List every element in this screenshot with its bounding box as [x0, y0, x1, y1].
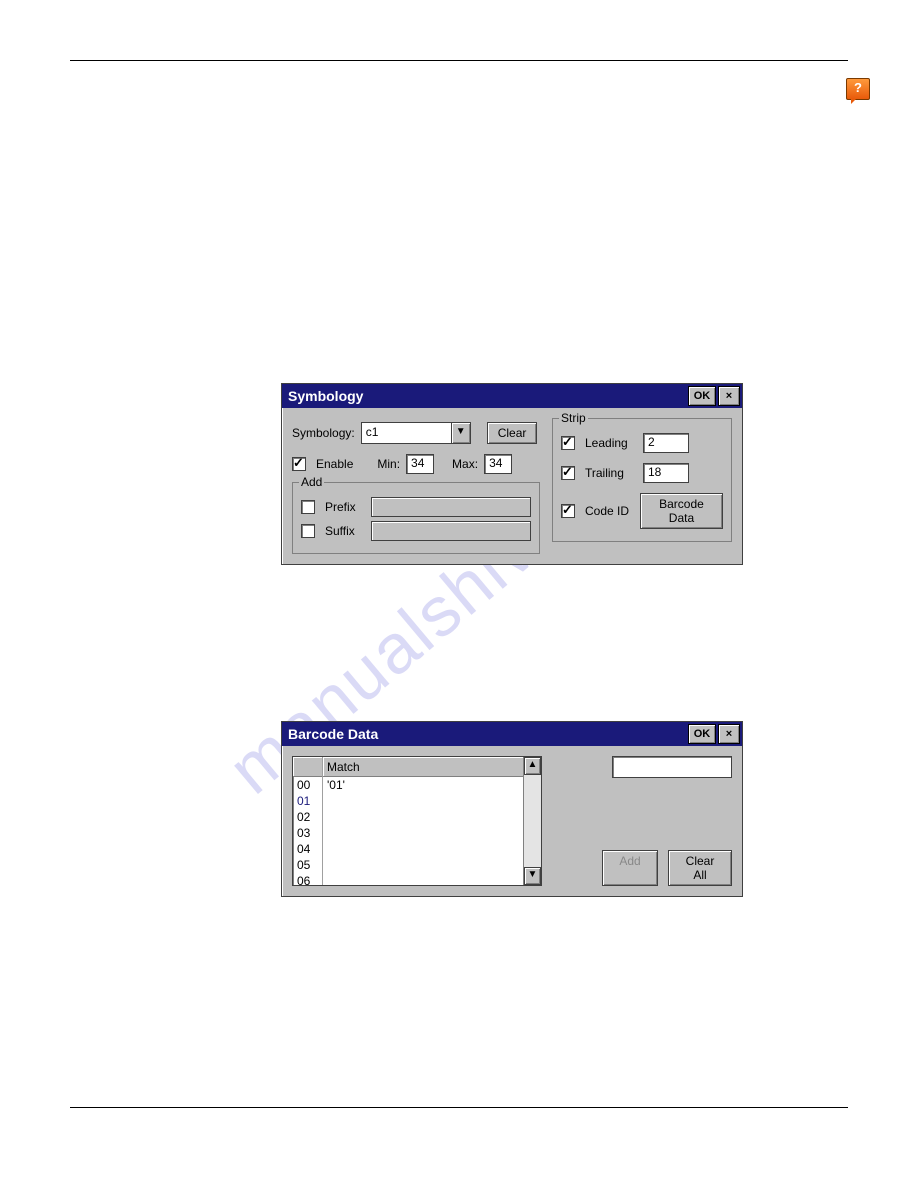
leading-input[interactable]: 2	[643, 433, 689, 453]
symbology-combo-value[interactable]: c1	[361, 422, 451, 444]
barcode-input[interactable]	[612, 756, 732, 778]
prefix-checkbox[interactable]	[301, 500, 315, 514]
list-row-match[interactable]	[323, 873, 523, 889]
scroll-down-icon[interactable]: ▼	[524, 867, 541, 885]
list-row-match[interactable]	[323, 825, 523, 841]
list-row-match[interactable]	[323, 841, 523, 857]
codeid-label: Code ID	[585, 504, 634, 518]
codeid-checkbox[interactable]	[561, 504, 575, 518]
list-row-index[interactable]: 02	[293, 809, 322, 825]
list-row-index[interactable]: 01	[293, 793, 322, 809]
prefix-label: Prefix	[325, 500, 365, 514]
suffix-input[interactable]	[371, 521, 531, 541]
min-label: Min:	[377, 457, 400, 471]
barcode-title: Barcode Data	[288, 722, 378, 746]
leading-label: Leading	[585, 436, 637, 450]
page-top-divider	[70, 60, 848, 61]
min-input[interactable]: 34	[406, 454, 434, 474]
enable-label: Enable	[316, 457, 353, 471]
symbology-ok-button[interactable]: OK	[688, 386, 716, 406]
list-row-match[interactable]: '01'	[323, 777, 523, 793]
strip-group-legend: Strip	[559, 411, 588, 425]
list-match-header: Match	[323, 757, 523, 777]
prefix-input[interactable]	[371, 497, 531, 517]
barcode-close-button[interactable]: ×	[718, 724, 740, 744]
scroll-up-icon[interactable]: ▲	[524, 757, 541, 775]
barcode-ok-button[interactable]: OK	[688, 724, 716, 744]
list-row-index[interactable]: 05	[293, 857, 322, 873]
trailing-checkbox[interactable]	[561, 466, 575, 480]
symbology-title-bar: Symbology OK ×	[282, 384, 742, 408]
max-label: Max:	[452, 457, 478, 471]
symbology-close-button[interactable]: ×	[718, 386, 740, 406]
symbology-combo[interactable]: c1 ▼	[361, 422, 471, 444]
enable-checkbox[interactable]	[292, 457, 306, 471]
barcode-title-bar: Barcode Data OK ×	[282, 722, 742, 746]
trailing-input[interactable]: 18	[643, 463, 689, 483]
max-input[interactable]: 34	[484, 454, 512, 474]
add-group-legend: Add	[299, 475, 324, 489]
trailing-label: Trailing	[585, 466, 637, 480]
barcode-window: Barcode Data OK × 00010203040506 Match '…	[281, 721, 743, 897]
list-row-index[interactable]: 00	[293, 777, 322, 793]
suffix-label: Suffix	[325, 524, 365, 538]
leading-checkbox[interactable]	[561, 436, 575, 450]
symbology-window: Symbology OK × Symbology: c1 ▼ Clear En	[281, 383, 743, 565]
clear-button[interactable]: Clear	[487, 422, 538, 444]
barcode-list[interactable]: 00010203040506 Match '01' ▲ ▼	[292, 756, 542, 886]
list-index-header	[293, 757, 322, 777]
add-button[interactable]: Add	[602, 850, 658, 886]
page-bottom-divider	[70, 1107, 848, 1108]
list-row-index[interactable]: 04	[293, 841, 322, 857]
list-scrollbar[interactable]: ▲ ▼	[523, 757, 541, 885]
symbology-label: Symbology:	[292, 426, 355, 440]
suffix-checkbox[interactable]	[301, 524, 315, 538]
clear-all-button[interactable]: Clear All	[668, 850, 732, 886]
strip-group: Strip Leading 2 Trailing 18 Code ID	[552, 418, 732, 542]
list-row-match[interactable]	[323, 793, 523, 809]
symbology-title: Symbology	[288, 384, 363, 408]
list-row-index[interactable]: 06	[293, 873, 322, 889]
add-group: Add Prefix Suffix	[292, 482, 540, 554]
list-row-match[interactable]	[323, 857, 523, 873]
list-row-index[interactable]: 03	[293, 825, 322, 841]
chevron-down-icon[interactable]: ▼	[451, 422, 471, 444]
list-row-match[interactable]	[323, 809, 523, 825]
help-icon[interactable]: ?	[846, 78, 870, 100]
barcode-data-button[interactable]: Barcode Data	[640, 493, 723, 529]
